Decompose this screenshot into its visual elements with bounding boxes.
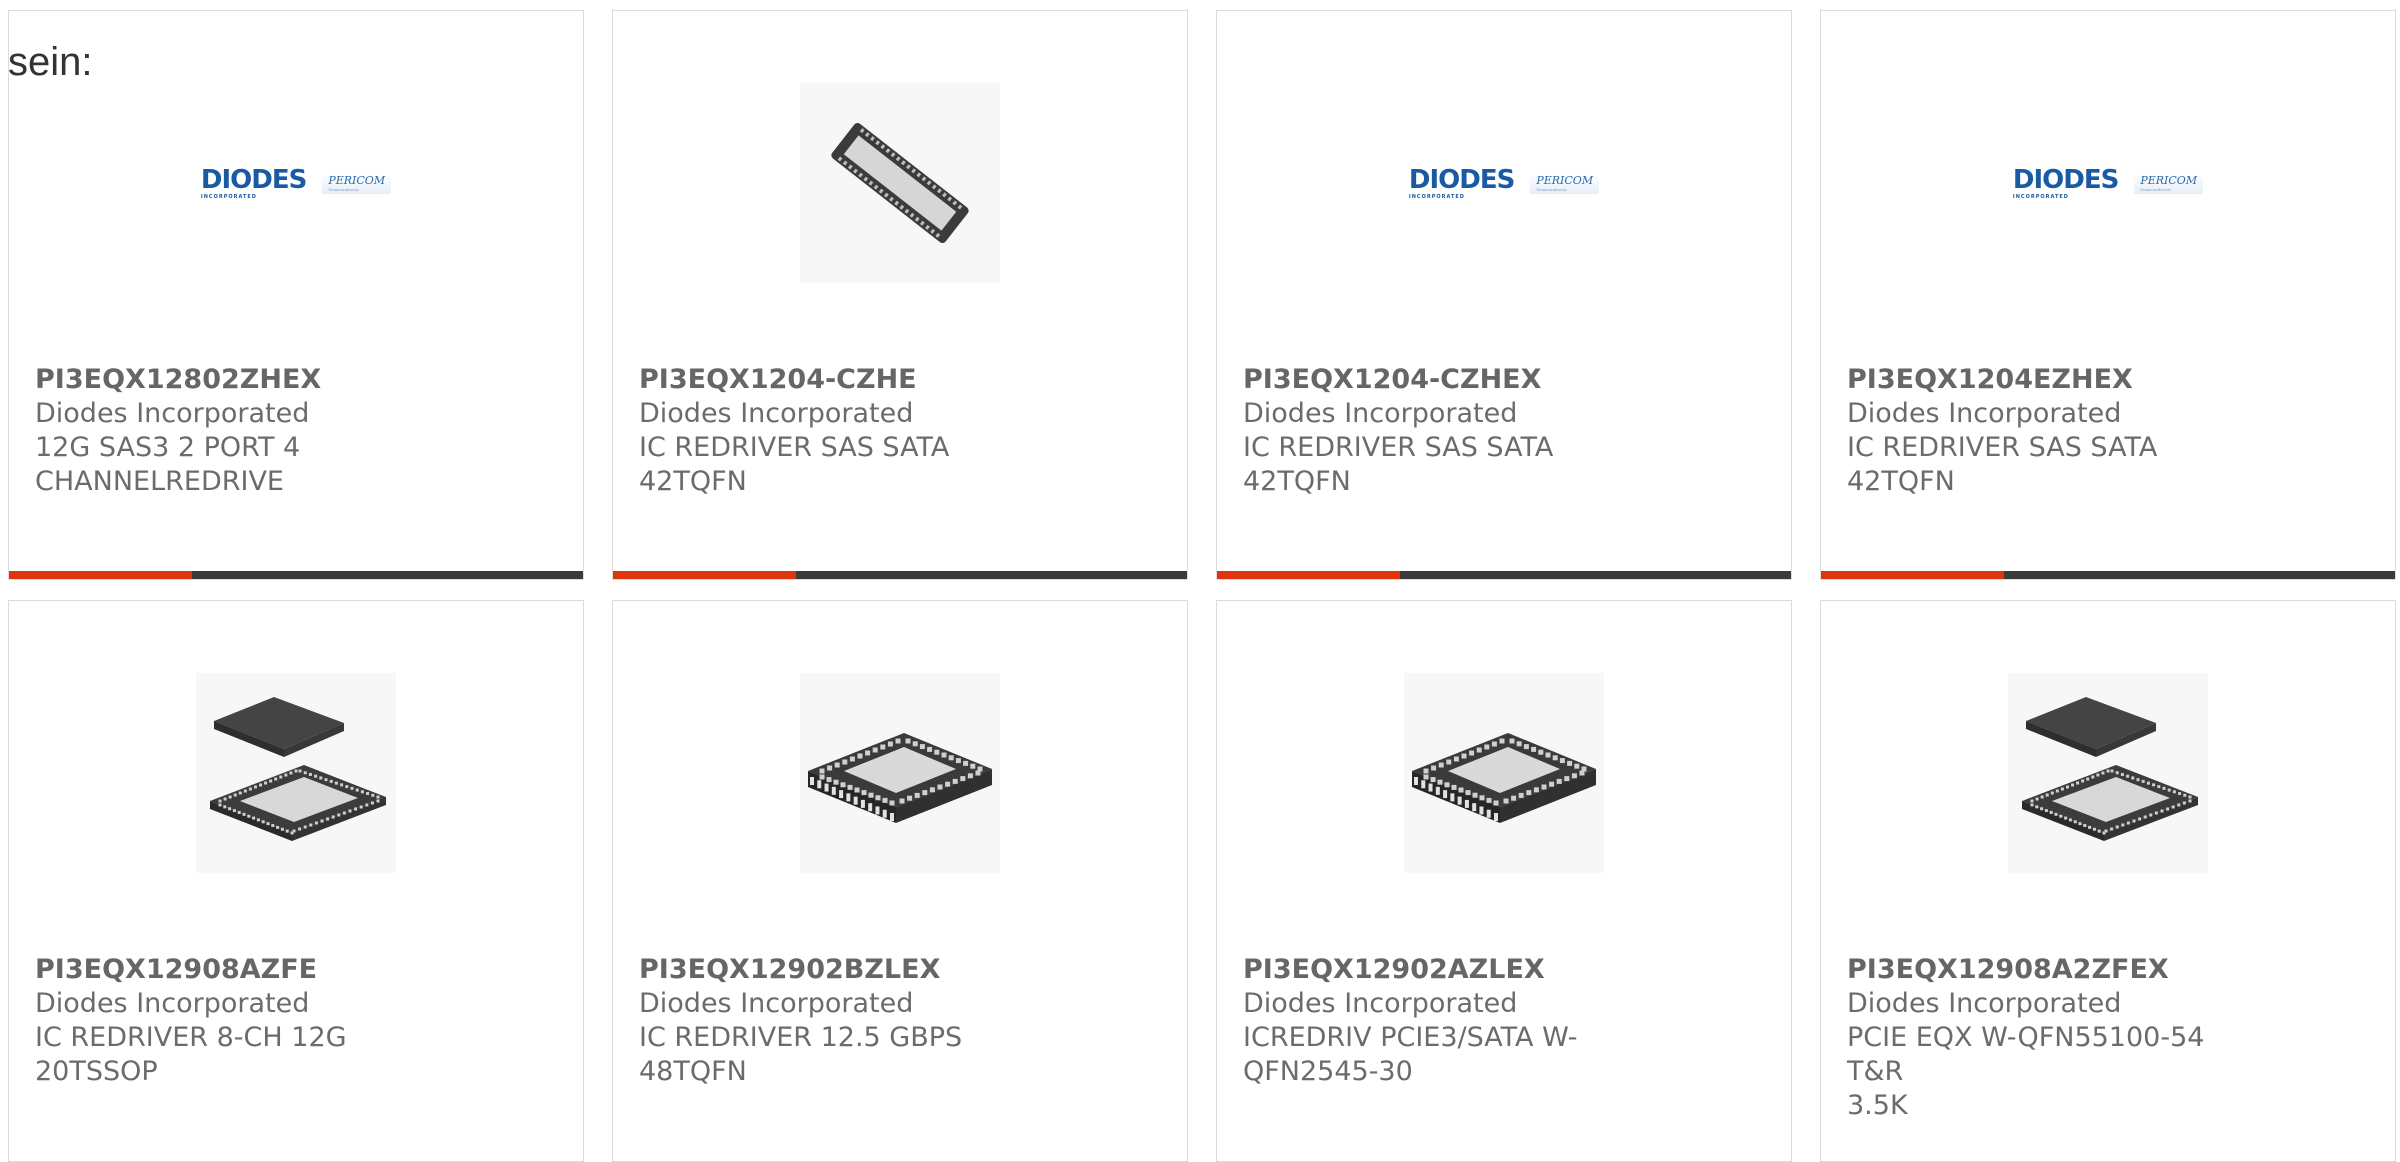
ic-chip-qfn-with-lid-image: [196, 673, 396, 873]
manufacturer-name: Diodes Incorporated: [35, 988, 310, 1019]
part-number-link[interactable]: PI3EQX1204-CZHEX: [1243, 363, 1663, 397]
ic-chip-tqfn-diagonal-image: [800, 83, 1000, 283]
product-description: IC REDRIVER 8-CH 12G 20TSSOP: [35, 1022, 347, 1087]
card-footer-bar: [9, 571, 583, 579]
product-card[interactable]: DIODES INCORPORATED PERICOM Semiconductor PI…: [8, 10, 584, 580]
pericom-logo: PERICOM Semiconductor: [322, 172, 392, 194]
diodes-logo: DIODES INCORPORATED: [200, 164, 307, 200]
card-footer-accent: [613, 571, 796, 579]
card-footer-bar: [1821, 571, 2395, 579]
product-image[interactable]: [196, 673, 396, 873]
manufacturer-name: Diodes Incorporated: [1847, 398, 2122, 429]
card-footer-accent: [1821, 571, 2004, 579]
product-image[interactable]: [800, 83, 1000, 283]
product-card[interactable]: DIODES INCORPORATED PERICOM Semiconductor PI…: [1820, 10, 2396, 580]
diodes-logo-text: DIODES: [200, 164, 307, 195]
part-number-link[interactable]: PI3EQX12902BZLEX: [639, 953, 1059, 987]
product-description: PCIE EQX W-QFN55100-54 T&R: [1847, 1022, 2205, 1087]
product-image[interactable]: DIODES INCORPORATED PERICOM Semiconductor: [196, 83, 396, 283]
manufacturer-name: Diodes Incorporated: [639, 988, 914, 1019]
product-description: IC REDRIVER 12.5 GBPS 48TQFN: [639, 1022, 963, 1087]
product-card[interactable]: PI3EQX12908AZFE Diodes Incorporated IC RED…: [8, 600, 584, 1162]
product-image[interactable]: DIODES INCORPORATED PERICOM Semiconductor: [2008, 83, 2208, 283]
product-info: PI3EQX1204-CZHE Diodes Incorporated IC RED…: [639, 363, 1059, 499]
product-description: 12G SAS3 2 PORT 4: [35, 432, 301, 463]
product-grid: DIODES INCORPORATED PERICOM Semiconductor PI…: [0, 0, 2400, 1162]
product-description: QFN2545-30: [1243, 1056, 1413, 1087]
pericom-logo: PERICOM Semiconductor: [2134, 172, 2204, 194]
diodes-logo-text: DIODES: [2012, 164, 2119, 195]
product-info: PI3EQX1204EZHEX Diodes Incorporated IC RED…: [1847, 363, 2267, 499]
diodes-logo-text: DIODES: [1408, 164, 1515, 195]
diodes-pericom-logo: DIODES INCORPORATED PERICOM Semiconductor: [1408, 164, 1600, 200]
product-info: PI3EQX12902AZLEX Diodes Incorporated ICRED…: [1243, 953, 1663, 1089]
product-image[interactable]: DIODES INCORPORATED PERICOM Semiconductor: [1404, 83, 1604, 283]
product-card[interactable]: DIODES INCORPORATED PERICOM Semiconductor PI…: [1216, 10, 1792, 580]
manufacturer-name: Diodes Incorporated: [35, 398, 310, 429]
pericom-logo: PERICOM Semiconductor: [1530, 172, 1600, 194]
part-number-link[interactable]: PI3EQX1204-CZHE: [639, 363, 1059, 397]
part-number-link[interactable]: PI3EQX12908A2ZFEX: [1847, 953, 2267, 987]
part-number-link[interactable]: PI3EQX12802ZHEX: [35, 363, 455, 397]
part-number-link[interactable]: PI3EQX12908AZFE: [35, 953, 455, 987]
ic-chip-qfn-image: [800, 673, 1000, 873]
part-number-link[interactable]: PI3EQX1204EZHEX: [1847, 363, 2267, 397]
manufacturer-name: Diodes Incorporated: [1847, 988, 2122, 1019]
manufacturer-name: Diodes Incorporated: [1243, 398, 1518, 429]
diodes-logo: DIODES INCORPORATED: [1408, 164, 1515, 200]
intro-text: sein:: [8, 40, 93, 84]
product-card[interactable]: PI3EQX12902BZLEX Diodes Incorporated IC RE…: [612, 600, 1188, 1162]
product-description: IC REDRIVER SAS SATA 42TQFN: [639, 432, 950, 497]
ic-chip-qfn-image: [1404, 673, 1604, 873]
card-footer-accent: [1217, 571, 1400, 579]
card-footer-accent: [9, 571, 192, 579]
pericom-logo-sub: Semiconductor: [328, 186, 360, 192]
product-info: PI3EQX1204-CZHEX Diodes Incorporated IC RE…: [1243, 363, 1663, 499]
product-info: PI3EQX12908AZFE Diodes Incorporated IC RED…: [35, 953, 455, 1089]
product-card[interactable]: PI3EQX12902AZLEX Diodes Incorporated ICRED…: [1216, 600, 1792, 1162]
product-card[interactable]: PI3EQX1204-CZHE Diodes Incorporated IC RED…: [612, 10, 1188, 580]
product-card[interactable]: PI3EQX12908A2ZFEX Diodes Incorporated PCIE…: [1820, 600, 2396, 1162]
product-image[interactable]: [800, 673, 1000, 873]
card-footer-bar: [613, 571, 1187, 579]
product-image[interactable]: [1404, 673, 1604, 873]
pericom-logo-text: PERICOM: [2140, 173, 2198, 187]
product-description: IC REDRIVER SAS SATA 42TQFN: [1243, 432, 1554, 497]
manufacturer-name: Diodes Incorporated: [1243, 988, 1518, 1019]
manufacturer-name: Diodes Incorporated: [639, 398, 914, 429]
pericom-logo-text: PERICOM: [328, 173, 386, 187]
product-info: PI3EQX12908A2ZFEX Diodes Incorporated PCIE…: [1847, 953, 2267, 1123]
part-number-link[interactable]: PI3EQX12902AZLEX: [1243, 953, 1663, 987]
product-info: PI3EQX12802ZHEX Diodes Incorporated 12G SA…: [35, 363, 455, 499]
diodes-pericom-logo: DIODES INCORPORATED PERICOM Semiconductor: [2012, 164, 2204, 200]
card-footer-bar: [1217, 571, 1791, 579]
product-description: CHANNELREDRIVE: [35, 466, 284, 497]
diodes-logo: DIODES INCORPORATED: [2012, 164, 2119, 200]
product-description: ICREDRIV PCIE3/SATA W-: [1243, 1022, 1578, 1053]
product-description: IC REDRIVER SAS SATA 42TQFN: [1847, 432, 2158, 497]
pericom-logo-sub: Semiconductor: [2140, 186, 2172, 192]
diodes-pericom-logo: DIODES INCORPORATED PERICOM Semiconductor: [200, 164, 392, 200]
product-description: 3.5K: [1847, 1090, 1908, 1121]
product-image[interactable]: [2008, 673, 2208, 873]
ic-chip-qfn-with-lid-image: [2008, 673, 2208, 873]
pericom-logo-text: PERICOM: [1536, 173, 1594, 187]
product-info: PI3EQX12902BZLEX Diodes Incorporated IC RE…: [639, 953, 1059, 1089]
pericom-logo-sub: Semiconductor: [1536, 186, 1568, 192]
